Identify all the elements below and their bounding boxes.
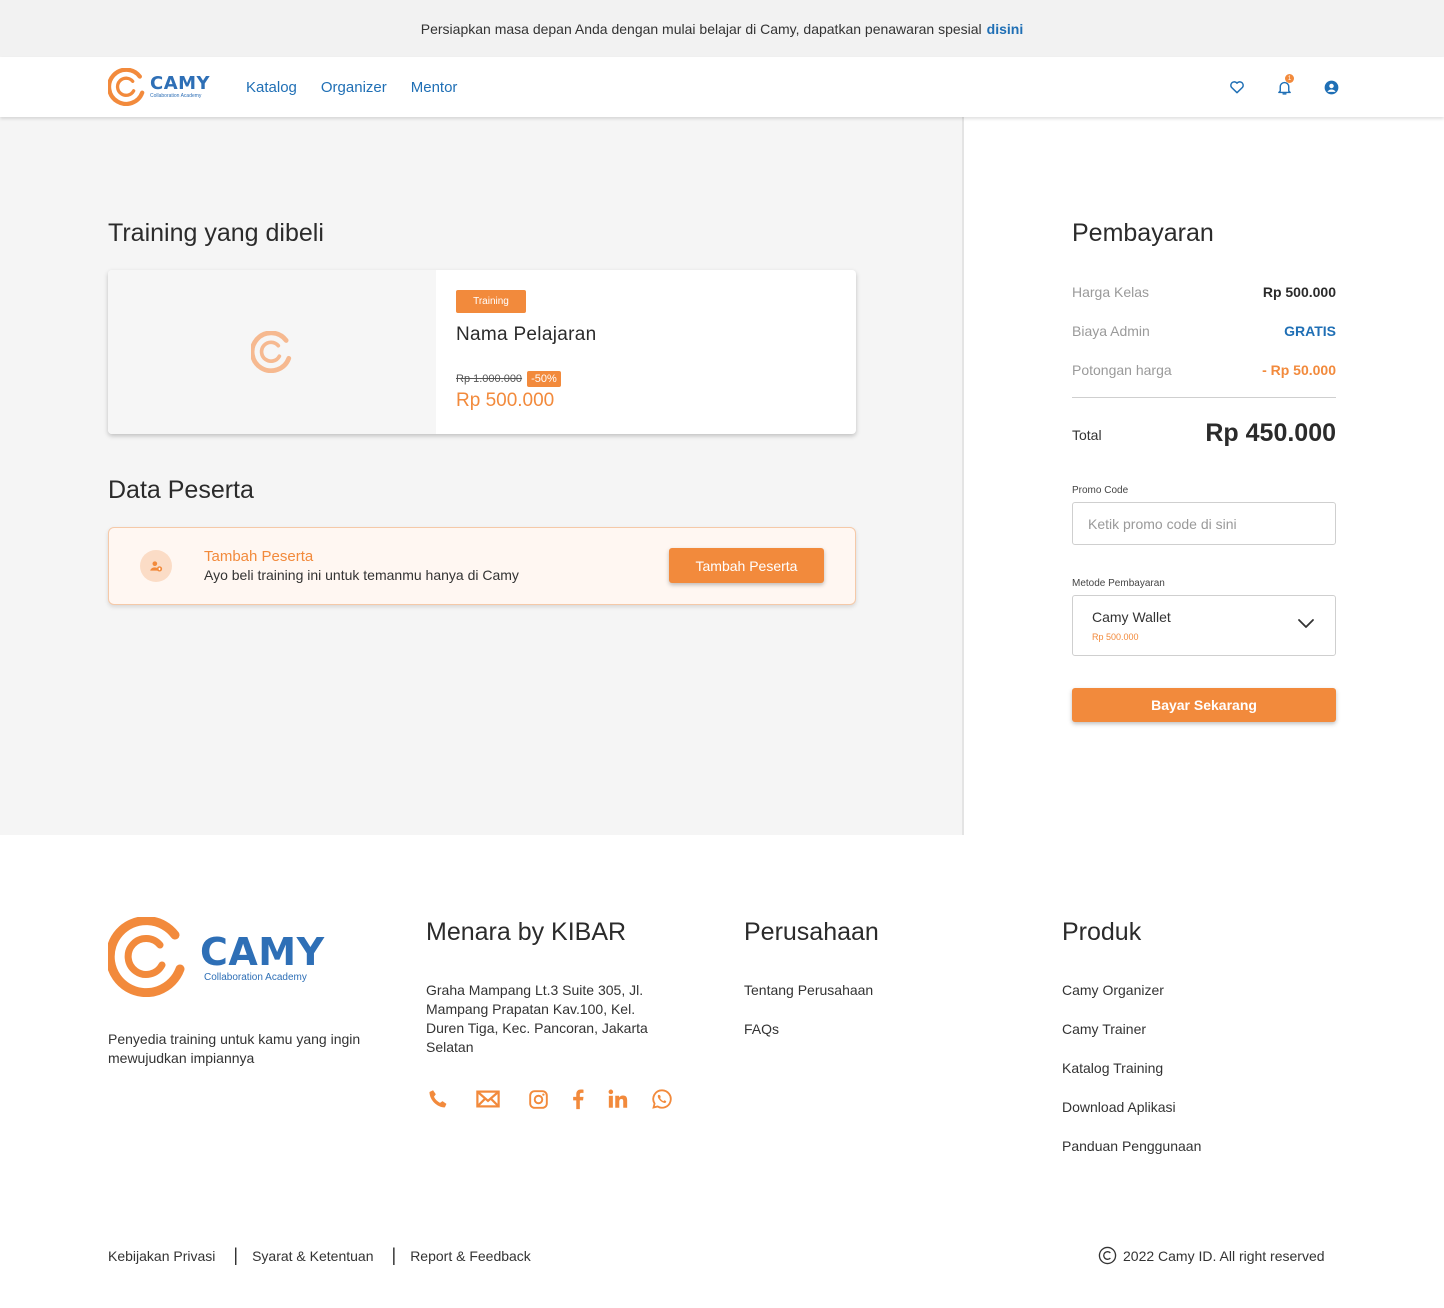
payment-row-value: - Rp 50.000 — [1262, 362, 1336, 378]
bell-icon[interactable]: 1 — [1273, 74, 1295, 98]
footer-link-faqs[interactable]: FAQs — [744, 1020, 873, 1039]
add-participant-description: Ayo beli training ini untuk temanmu hany… — [204, 567, 519, 583]
company-links: Tentang Perusahaan FAQs — [744, 981, 873, 1039]
company-title: Perusahaan — [744, 918, 879, 946]
notification-badge: 1 — [1285, 74, 1294, 83]
payment-method-select[interactable]: Camy Wallet Rp 500.000 — [1072, 595, 1336, 656]
total-value: Rp 450.000 — [1205, 419, 1336, 447]
payment-row-value: GRATIS — [1284, 323, 1336, 339]
payment-row-label: Potongan harga — [1072, 362, 1172, 378]
footer-link-catalog[interactable]: Katalog Training — [1062, 1059, 1201, 1078]
camy-logo-icon — [108, 917, 185, 997]
feedback-link[interactable]: Report & Feedback — [410, 1248, 531, 1264]
purchased-training-title: Training yang dibeli — [108, 219, 324, 247]
brand-subtitle: Collaboration Academy — [204, 971, 307, 983]
footer-link-download[interactable]: Download Aplikasi — [1062, 1098, 1201, 1117]
payment-method-label: Metode Pembayaran — [1072, 578, 1165, 589]
course-thumbnail — [108, 270, 436, 434]
navbar: CAMY Collaboration Academy Katalog Organ… — [0, 57, 1444, 117]
chevron-down-icon — [1298, 619, 1314, 628]
footer-bottom-links: Kebijakan Privasi | Syarat & Ketentuan |… — [108, 1245, 531, 1266]
phone-icon[interactable] — [426, 1087, 450, 1111]
payment-row-admin-fee: Biaya Admin GRATIS — [1072, 323, 1336, 339]
pay-now-button[interactable]: Bayar Sekarang — [1072, 688, 1336, 722]
address-title: Menara by KIBAR — [426, 918, 627, 946]
product-links: Camy Organizer Camy Trainer Katalog Trai… — [1062, 981, 1201, 1156]
discounted-price: Rp 500.000 — [456, 390, 555, 411]
copyright-text: 2022 Camy ID. All right reserved — [1123, 1247, 1325, 1264]
camy-logo-icon — [108, 68, 145, 106]
nav-link-mentor[interactable]: Mentor — [411, 79, 458, 96]
payment-title: Pembayaran — [1072, 219, 1214, 247]
add-user-icon — [140, 550, 172, 582]
nav-links: Katalog Organizer Mentor — [246, 57, 457, 117]
nav-logo[interactable]: CAMY Collaboration Academy — [108, 68, 210, 106]
nav-link-katalog[interactable]: Katalog — [246, 79, 297, 96]
address-text: Graha Mampang Lt.3 Suite 305, Jl. Mampan… — [426, 982, 648, 1055]
facebook-icon[interactable] — [566, 1087, 590, 1111]
course-card[interactable]: Training Nama Pelajaran Rp 1.000.000 -50… — [108, 270, 856, 434]
payment-row-value: Rp 500.000 — [1262, 284, 1336, 300]
payment-method-name: Camy Wallet — [1092, 609, 1171, 625]
discount-badge: -50% — [527, 371, 561, 387]
footer-tagline: Penyedia training untuk kamu yang ingin … — [108, 1031, 361, 1066]
mail-icon[interactable] — [476, 1087, 500, 1111]
add-participant-title: Tambah Peserta — [204, 548, 314, 565]
course-tag: Training — [456, 290, 526, 313]
copyright: 2022 Camy ID. All right reserved — [1098, 1246, 1325, 1265]
promo-code-label: Promo Code — [1072, 485, 1129, 496]
course-name: Nama Pelajaran — [456, 324, 597, 345]
linkedin-icon[interactable] — [606, 1087, 630, 1111]
privacy-policy-link[interactable]: Kebijakan Privasi — [108, 1248, 215, 1264]
footer: CAMY Collaboration Academy Penyedia trai… — [0, 835, 1444, 1308]
footer-link-guide[interactable]: Panduan Penggunaan — [1062, 1137, 1201, 1156]
price-row: Rp 1.000.000 -50% — [456, 371, 561, 387]
announcement-text: Persiapkan masa depan Anda dengan mulai … — [420, 20, 982, 37]
nav-link-organizer[interactable]: Organizer — [321, 79, 387, 96]
payment-row-label: Harga Kelas — [1072, 284, 1150, 300]
brand-name: CAMY — [150, 73, 211, 94]
payment-divider — [1072, 397, 1336, 398]
payment-row-label: Biaya Admin — [1072, 323, 1150, 339]
payment-row-class-price: Harga Kelas Rp 500.000 — [1072, 284, 1336, 300]
payment-panel: Pembayaran Harga Kelas Rp 500.000 Biaya … — [962, 117, 1444, 835]
separator: | — [391, 1245, 397, 1265]
wallet-balance: Rp 500.000 — [1092, 632, 1139, 642]
nav-icons: 1 — [1226, 74, 1342, 98]
payment-row-discount: Potongan harga - Rp 50.000 — [1072, 362, 1336, 378]
separator: | — [233, 1245, 239, 1265]
brand-name: CAMY — [200, 929, 325, 974]
whatsapp-icon[interactable] — [650, 1087, 674, 1111]
footer-link-about[interactable]: Tentang Perusahaan — [744, 981, 873, 1000]
copyright-icon — [1098, 1246, 1117, 1265]
announcement-link[interactable]: disini — [987, 21, 1024, 37]
camy-logo-icon — [251, 331, 292, 373]
terms-link[interactable]: Syarat & Ketentuan — [252, 1248, 373, 1264]
footer-link-trainer[interactable]: Camy Trainer — [1062, 1020, 1201, 1039]
social-icons — [426, 1087, 674, 1111]
instagram-icon[interactable] — [526, 1087, 550, 1111]
product-title: Produk — [1062, 918, 1142, 946]
footer-logo: CAMY Collaboration Academy — [108, 917, 325, 997]
brand-subtitle: Collaboration Academy — [150, 93, 202, 99]
original-price: Rp 1.000.000 — [456, 373, 523, 385]
add-participant-card: Tambah Peserta Ayo beli training ini unt… — [108, 527, 856, 605]
footer-link-organizer[interactable]: Camy Organizer — [1062, 981, 1201, 1000]
heart-icon[interactable] — [1226, 76, 1248, 98]
announcement-bar: Persiapkan masa depan Anda dengan mulai … — [0, 0, 1444, 57]
add-participant-button[interactable]: Tambah Peserta — [669, 548, 824, 583]
user-icon[interactable] — [1320, 76, 1342, 98]
participant-data-title: Data Peserta — [108, 476, 254, 504]
main-content: Training yang dibeli Training Nama Pelaj… — [0, 117, 962, 835]
total-label: Total — [1072, 427, 1102, 443]
promo-code-input[interactable] — [1072, 502, 1336, 545]
